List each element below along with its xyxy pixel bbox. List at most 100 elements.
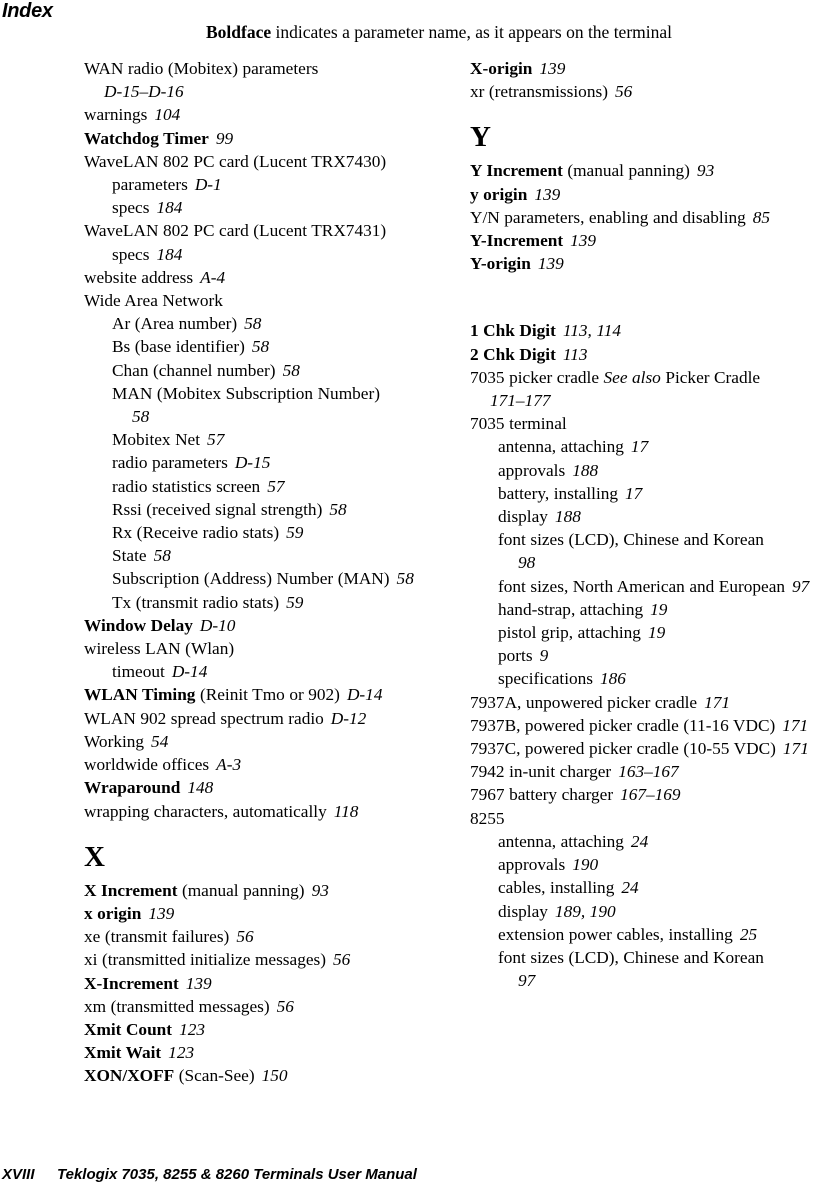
index-entry-term: Tx (transmit radio stats)	[112, 592, 280, 612]
index-subentry: specs 184	[112, 196, 450, 219]
index-subentry: Rx (Receive radio stats) 59	[112, 521, 450, 544]
index-entry: Working 54	[84, 730, 450, 753]
index-letter-heading: Y	[470, 121, 491, 154]
index-entry-page-numbers: 25	[739, 924, 758, 944]
index-subentry: extension power cables, installing 25	[498, 923, 834, 946]
index-entry-term-bold: 2 Chk Digit	[470, 344, 556, 364]
index-entry-page-numbers: 58	[132, 407, 150, 427]
index-subentry: font sizes, North American and European 9…	[498, 575, 834, 598]
index-entry-page-numbers: 113, 114	[562, 321, 621, 341]
index-entry-term: (Scan-See)	[174, 1066, 255, 1086]
index-entry-page-numbers: 58	[282, 360, 300, 380]
index-entry-page-numbers: 123	[179, 1019, 205, 1039]
index-entry-page-numbers: 118	[333, 801, 359, 821]
index-entry-term-bold: Xmit Wait	[84, 1043, 162, 1063]
index-subentry: specs 184	[112, 243, 450, 266]
index-entry: website address A-4	[84, 266, 450, 289]
index-letter-heading: X	[84, 840, 105, 873]
index-entry-term-bold: 1 Chk Digit	[470, 321, 556, 341]
index-entry-term: xm (transmitted messages)	[84, 996, 270, 1016]
index-entry: Window Delay D-10	[84, 614, 450, 637]
index-entry-page-numbers: 57	[267, 476, 285, 496]
index-entry-term: display	[498, 507, 548, 527]
index-entry: wireless LAN (Wlan)	[84, 637, 450, 660]
index-entry-term: WaveLAN 802 PC card (Lucent TRX7430)	[84, 151, 387, 171]
index-entry-page-numbers: 24	[630, 831, 649, 851]
index-entry-term: WAN radio (Mobitex) parameters	[84, 59, 319, 78]
index-entry-page-numbers: 184	[156, 198, 183, 218]
index-entry: 2 Chk Digit 113	[470, 343, 834, 366]
index-entry-term: Rx (Receive radio stats)	[112, 523, 280, 543]
index-entry-term: Wide Area Network	[84, 291, 223, 311]
index-entry: 7937A, unpowered picker cradle 171	[470, 691, 834, 714]
index-entry: warnings 104	[84, 103, 450, 126]
index-entry-page-numbers: 139	[570, 231, 597, 251]
index-subentry: pistol grip, attaching 19	[498, 621, 834, 644]
index-column-right: X-origin 139 xr (retransmissions) 56 Y Y Incr…	[470, 57, 834, 992]
page-header: Index Boldface indicates a parameter nam…	[0, 0, 834, 48]
index-entry: 1 Chk Digit 113, 114	[470, 319, 834, 342]
index-subentry: radio parameters D-15	[112, 451, 450, 474]
index-entry-term-bold: X-origin	[470, 59, 533, 78]
index-entry: XON/XOFF (Scan-See) 150	[84, 1064, 450, 1087]
index-entry-term: wireless LAN (Wlan)	[84, 639, 235, 659]
index-entry-term: Working	[84, 731, 145, 751]
index-entry-term: pistol grip, attaching	[498, 623, 641, 643]
index-entry-term: radio parameters	[112, 453, 228, 473]
index-entry-term: display	[498, 901, 548, 921]
index-entry: 7967 battery charger 167–169	[470, 783, 834, 806]
index-subentry: radio statistics screen 57	[112, 475, 450, 498]
index-entry-term: 7937B, powered picker cradle (11-16 VDC)	[470, 715, 776, 735]
index-entry-term: font sizes, North American and European	[498, 576, 786, 596]
index-entry-term: timeout	[112, 662, 165, 682]
index-entry-page-numbers: 24	[621, 878, 639, 898]
index-entry-page-numbers: 17	[625, 483, 643, 503]
index-entry-term: xe (transmit failures)	[84, 927, 230, 947]
index-entry-page-numbers: 57	[207, 430, 225, 450]
index-entry-term-bold: Wraparound	[84, 778, 181, 798]
index-entry-term: xr (retransmissions)	[470, 82, 608, 102]
index-entry-page-numbers: 93	[696, 161, 715, 181]
index-entry: 7937C, powered picker cradle (10-55 VDC)…	[470, 737, 834, 760]
index-entry-term: 7035 picker cradle	[470, 367, 604, 387]
index-entry-page-numbers: 171	[782, 739, 809, 759]
index-entry: 7035 picker cradle See also Picker Cradl…	[470, 366, 834, 412]
index-entry-term: specifications	[498, 669, 594, 689]
index-subentry: battery, installing 17	[498, 482, 834, 505]
index-entry-term: cables, installing	[498, 878, 615, 898]
index-entry-term: Mobitex Net	[112, 430, 201, 450]
index-entry-term: (Reinit Tmo or 902)	[195, 685, 340, 705]
index-entry-term: 8255	[470, 808, 505, 828]
index-subentry: approvals 188	[498, 459, 834, 482]
index-entry-term: approvals	[498, 855, 566, 875]
index-entry: 8255	[470, 807, 834, 830]
index-entry-term-bold: y origin	[470, 184, 528, 204]
index-subentry: antenna, attaching 24	[498, 830, 834, 853]
index-entry-term: MAN (Mobitex Subscription Number)	[112, 383, 380, 403]
index-entry: xr (retransmissions) 56	[470, 80, 834, 103]
index-entry: y origin 139	[470, 183, 834, 206]
index-entry-term: hand-strap, attaching	[498, 599, 644, 619]
index-entry-page-numbers: 56	[614, 82, 633, 102]
index-subentry: Mobitex Net 57	[112, 428, 450, 451]
index-entry-page-numbers: 188	[572, 460, 599, 480]
index-entry-page-numbers: D-14	[171, 662, 208, 682]
index-entry-page-numbers: A-4	[200, 267, 226, 287]
index-entry-term: WLAN 902 spread spectrum radio	[84, 708, 324, 728]
index-entry-term: 7967 battery charger	[470, 785, 614, 805]
index-entry-page-numbers: D-10	[199, 615, 236, 635]
index-entry-page-numbers: 99	[215, 128, 234, 148]
index-entry-term: radio statistics screen	[112, 476, 261, 496]
index-entry-term: Y/N parameters, enabling and disabling	[470, 207, 746, 227]
index-entry-page-numbers: 58	[251, 337, 270, 357]
index-entry-term: Rssi (received signal strength)	[112, 499, 323, 519]
index-entry-term: 7035 terminal	[470, 414, 567, 434]
index-entry-page-numbers: 139	[185, 973, 212, 993]
index-entry: X-Increment 139	[84, 972, 450, 995]
index-subentry: display 188	[498, 505, 834, 528]
index-entry: Watchdog Timer 99	[84, 127, 450, 150]
index-entry: WAN radio (Mobitex) parameters D-15–D-16	[84, 57, 450, 103]
index-entry-page-numbers: 56	[333, 950, 351, 970]
index-entry: WaveLAN 802 PC card (Lucent TRX7431)	[84, 219, 450, 242]
index-subentry: font sizes (LCD), Chinese and Korean 97	[498, 946, 834, 992]
